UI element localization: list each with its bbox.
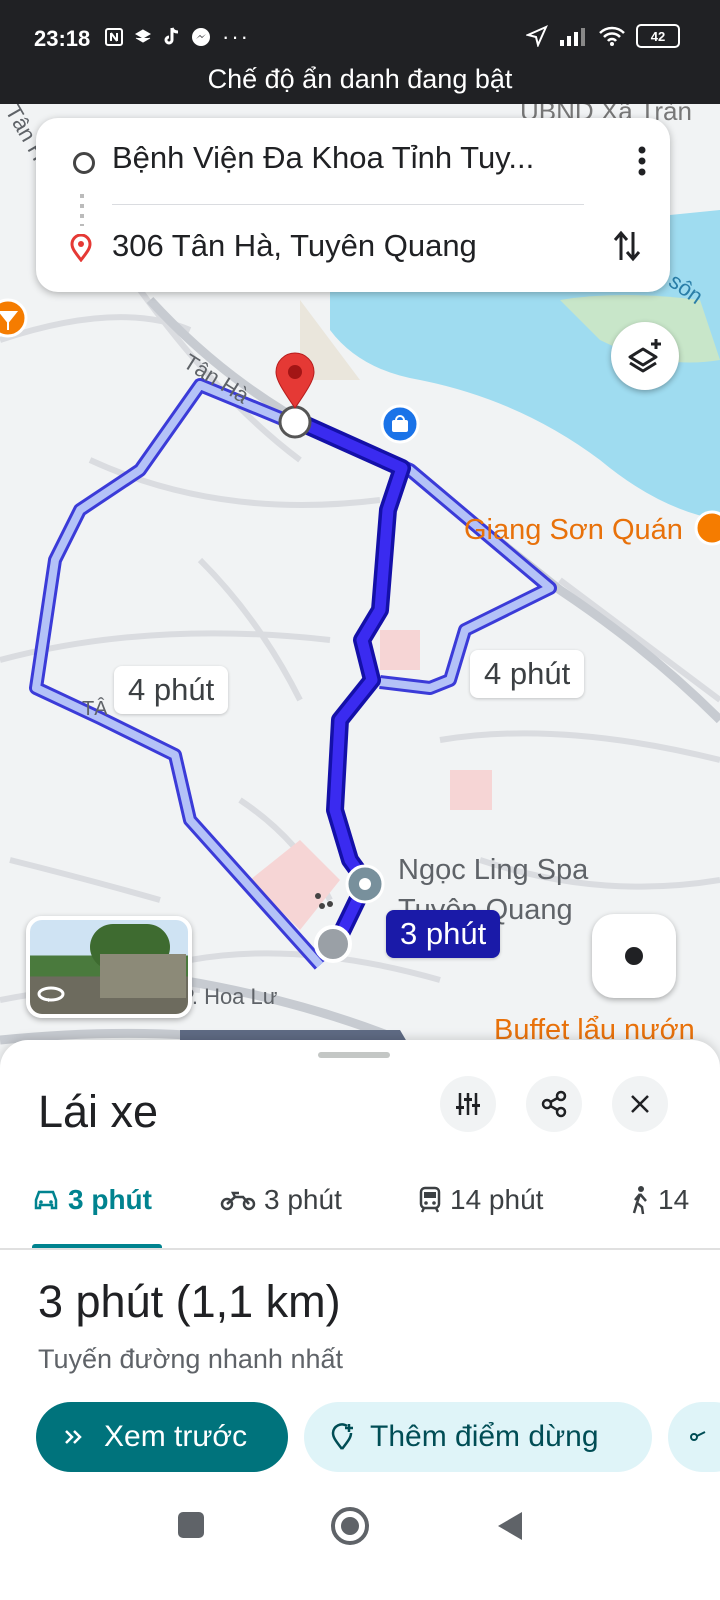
route-dots-icon	[80, 194, 84, 226]
my-location-icon	[625, 947, 643, 965]
layers-button[interactable]	[611, 322, 679, 390]
fields-divider	[112, 204, 584, 205]
share-icon	[541, 1090, 567, 1118]
back-icon[interactable]	[494, 1510, 524, 1542]
tab-motorbike[interactable]: 3 phút	[220, 1184, 342, 1216]
street-view-thumbnail[interactable]	[26, 916, 192, 1018]
motorbike-icon	[220, 1191, 256, 1211]
tab-motorbike-label: 3 phút	[264, 1184, 342, 1215]
walk-icon	[632, 1186, 647, 1215]
area-label: TÂ	[82, 698, 108, 720]
layers-small-icon	[134, 29, 152, 43]
restaurant-poi-icon	[694, 510, 720, 546]
eta-left-chip[interactable]: 4 phút	[114, 666, 229, 714]
tab-walking[interactable]: 14	[630, 1184, 689, 1216]
rotate-360-icon	[37, 986, 65, 1002]
tune-icon	[456, 1093, 480, 1115]
share-button[interactable]	[526, 1076, 582, 1132]
hoa-lu-label: P. Hoa Lư	[180, 984, 278, 1009]
swap-icon[interactable]	[612, 228, 642, 264]
poi-area-2	[450, 770, 492, 810]
tab-driving-label: 3 phút	[68, 1184, 152, 1215]
poi-area-1	[380, 630, 420, 670]
route-note: Tuyến đường nhanh nhất	[38, 1344, 344, 1374]
tiktok-icon	[164, 27, 179, 45]
location-arrow-icon	[526, 25, 548, 47]
destination-pin-icon	[275, 352, 315, 409]
nfc-icon	[105, 28, 123, 46]
close-button[interactable]	[612, 1076, 668, 1132]
building-shape	[100, 954, 186, 998]
origin-field[interactable]: Bệnh Viện Đa Khoa Tỉnh Tuy...	[112, 140, 612, 176]
messenger-icon	[192, 28, 210, 46]
wifi-icon	[599, 26, 625, 46]
layers-icon	[628, 339, 661, 373]
close-icon	[631, 1095, 649, 1113]
more-actions-button[interactable]	[668, 1402, 720, 1472]
travel-mode-tabs: 3 phút 3 phút 14 phút 14	[0, 1168, 720, 1250]
system-icons: 42	[526, 24, 680, 48]
ngoc-ling-label: Ngọc Ling Spa	[398, 854, 589, 886]
origin-marker	[314, 925, 352, 963]
eta-right-chip[interactable]: 4 phút	[470, 650, 585, 698]
eta-primary-chip[interactable]: 3 phút	[386, 910, 501, 958]
recents-icon[interactable]	[176, 1510, 206, 1540]
destination-field[interactable]: 306 Tân Hà, Tuyên Quang	[112, 228, 612, 264]
status-bar: 23:18 ··· 42 Chế độ ẩn danh đang bật	[0, 0, 720, 104]
double-chevron-icon	[65, 1430, 82, 1444]
share-small-icon	[690, 1431, 706, 1441]
tab-transit[interactable]: 14 phút	[418, 1184, 543, 1216]
sheet-drag-handle[interactable]	[318, 1052, 390, 1058]
preview-button-label: Xem trước	[104, 1420, 248, 1453]
add-stop-button-label: Thêm điểm dừng	[370, 1420, 599, 1453]
home-icon[interactable]	[330, 1506, 370, 1546]
preview-button[interactable]: Xem trước	[36, 1402, 288, 1472]
tab-driving[interactable]: 3 phút	[32, 1184, 152, 1216]
tab-transit-label: 14 phút	[450, 1184, 544, 1215]
tab-walking-label: 14	[658, 1184, 690, 1215]
add-stop-icon	[331, 1423, 353, 1450]
poi-area-3	[250, 840, 340, 930]
incognito-banner: Chế độ ẩn danh đang bật	[207, 64, 513, 94]
directions-card[interactable]: Bệnh Viện Đa Khoa Tỉnh Tuy... 306 Tân Hà…	[36, 118, 670, 292]
more-notifications-icon: ···	[222, 24, 250, 49]
status-time: 23:18	[34, 26, 91, 51]
tabs-divider	[0, 1248, 720, 1250]
route-options-button[interactable]	[440, 1076, 496, 1132]
route-summary: 3 phút (1,1 km)	[38, 1276, 341, 1328]
destination-dot	[278, 405, 312, 439]
route-distance: (1,1 km)	[175, 1276, 341, 1327]
notification-icons: ···	[104, 24, 250, 50]
more-options-icon[interactable]	[638, 146, 646, 176]
sheet-title: Lái xe	[38, 1086, 159, 1137]
add-stop-button[interactable]: Thêm điểm dừng	[304, 1402, 652, 1472]
transit-icon	[419, 1186, 441, 1213]
route-duration: 3 phút	[38, 1276, 164, 1327]
giang-son-label: Giang Sơn Quán	[464, 514, 683, 546]
system-nav-bar	[0, 1480, 720, 1600]
origin-circle-icon	[73, 152, 95, 174]
battery-icon: 42	[636, 24, 680, 48]
car-icon	[34, 1190, 58, 1210]
destination-pin-small-icon	[70, 234, 92, 262]
my-location-button[interactable]	[592, 914, 676, 998]
signal-icon	[560, 28, 585, 46]
